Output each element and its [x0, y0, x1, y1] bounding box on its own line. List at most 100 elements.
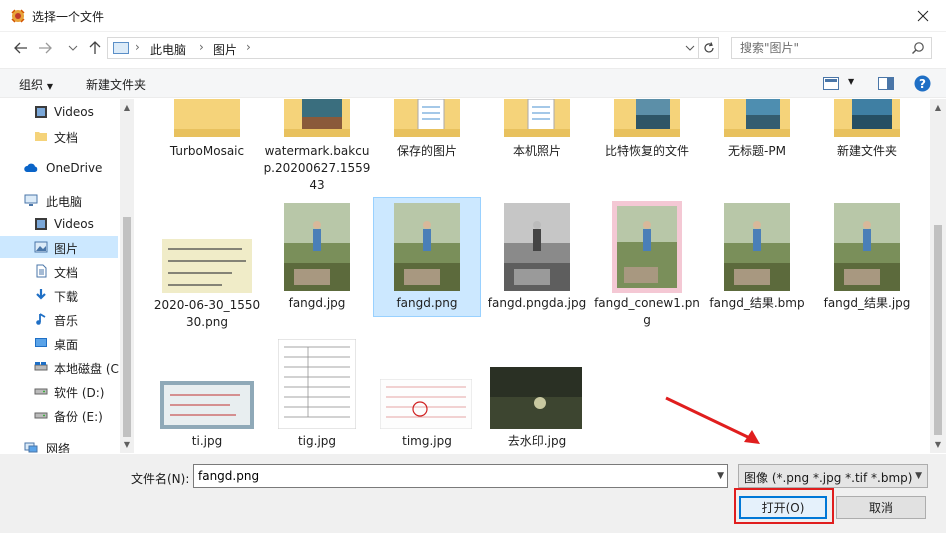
filename-input[interactable] [194, 465, 704, 487]
sidebar-item-pictures[interactable]: 图片 [0, 236, 118, 258]
list-item[interactable]: fangd_结果.bmp [702, 199, 812, 317]
refresh-button[interactable] [699, 37, 719, 59]
file-name: watermark.bakcup.20200627.155943 [263, 144, 371, 192]
chevron-right-icon: › [135, 40, 140, 54]
file-name: timg.jpg [402, 434, 452, 448]
sidebar-scroll-thumb[interactable] [123, 217, 131, 437]
up-button[interactable] [84, 38, 106, 58]
file-name: fangd.png [396, 296, 458, 310]
sidebar-item-label: 软件 (D:) [54, 386, 105, 400]
ticket-thumbnail [160, 381, 254, 429]
chevron-down-icon [685, 45, 694, 51]
sidebar-item-downloads[interactable]: 下载 [0, 284, 118, 306]
sidebar-item-desktop[interactable]: 桌面 [0, 332, 118, 354]
view-options-icon[interactable] [823, 77, 839, 90]
address-dropdown-button[interactable] [680, 37, 699, 59]
photo-thumbnail [284, 203, 350, 291]
list-item[interactable]: fangd.jpg [262, 199, 372, 317]
list-item[interactable]: 去水印.jpg [482, 339, 592, 449]
video-icon [35, 106, 47, 118]
list-item[interactable]: 本机照片 [482, 99, 592, 169]
file-name: fangd_conew1.png [594, 296, 700, 327]
sidebar-item-drive-e[interactable]: 备份 (E:) [0, 404, 118, 426]
highlight-box [734, 488, 834, 524]
arrow-left-icon [14, 42, 27, 54]
organize-label: 组织 [19, 78, 44, 92]
file-list-scrollbar[interactable]: ▲ ▼ [930, 99, 946, 453]
search-input[interactable] [732, 38, 907, 58]
sidebar-item-label: 下载 [54, 290, 79, 304]
forward-button[interactable] [34, 38, 56, 58]
sidebar-item-music[interactable]: 音乐 [0, 308, 118, 330]
list-item[interactable]: 2020-06-30_155030.png [152, 199, 262, 335]
filetype-value: 图像 (*.png *.jpg *.tif *.bmp) [744, 471, 913, 485]
breadcrumb-this-pc[interactable]: 此电脑 [150, 41, 186, 58]
folder-docs-icon [394, 99, 460, 137]
sidebar-item-label: 图片 [54, 242, 79, 256]
view-dropdown-icon[interactable]: ▼ [848, 77, 854, 86]
list-item[interactable]: TurboMosaic [152, 99, 262, 169]
form-thumbnail [278, 339, 356, 429]
computer-icon [24, 194, 38, 206]
sidebar-item-this-pc[interactable]: 此电脑 [0, 189, 118, 211]
sidebar-item-drive-d[interactable]: 软件 (D:) [0, 380, 118, 402]
file-name: TurboMosaic [169, 144, 245, 158]
list-item[interactable]: fangd.png [373, 197, 481, 317]
close-button[interactable] [900, 0, 946, 32]
annotation-arrow [665, 396, 760, 444]
sidebar-item-videos[interactable]: Videos [0, 101, 118, 123]
list-item[interactable]: tig.jpg [262, 339, 372, 449]
cancel-button[interactable]: 取消 [836, 496, 926, 519]
filetype-select[interactable]: 图像 (*.png *.jpg *.tif *.bmp) ▼ [738, 464, 928, 488]
chevron-right-icon: › [199, 40, 204, 54]
scroll-up-icon[interactable]: ▲ [931, 100, 945, 114]
list-item[interactable]: 保存的图片 [372, 99, 482, 169]
chevron-down-icon[interactable]: ▼ [717, 471, 724, 481]
sidebar-item-onedrive[interactable]: OneDrive [0, 157, 118, 179]
breadcrumb-pictures[interactable]: 图片 [213, 41, 237, 58]
arrow-right-icon [39, 42, 52, 54]
sidebar-item-network[interactable]: 网络 [0, 436, 118, 453]
close-icon [917, 10, 929, 22]
file-list-scroll-thumb[interactable] [934, 225, 942, 435]
list-item[interactable]: watermark.bakcup.20200627.155943 [262, 99, 372, 199]
folder-photo-icon [614, 99, 680, 137]
list-item[interactable]: fangd.pngda.jpg [482, 199, 592, 335]
new-folder-button[interactable]: 新建文件夹 [86, 76, 146, 93]
sidebar-item-documents[interactable]: 文档 [0, 125, 118, 147]
sidebar-item-label: Videos [54, 105, 94, 119]
folder-photo-icon [834, 99, 900, 137]
desktop-icon [35, 338, 47, 347]
recent-locations-button[interactable] [62, 38, 84, 58]
scroll-up-icon[interactable]: ▲ [120, 100, 134, 114]
filename-combobox[interactable]: ▼ [193, 464, 728, 488]
list-item[interactable]: timg.jpg [372, 339, 482, 449]
chevron-down-icon [68, 45, 78, 51]
list-item[interactable]: 无标题-PM [702, 99, 812, 169]
sidebar-scrollbar[interactable]: ▲ ▼ [120, 99, 134, 453]
search-field[interactable] [731, 37, 932, 59]
drive-icon [34, 412, 48, 419]
formula-thumbnail [162, 239, 252, 293]
list-item[interactable]: 比特恢复的文件 [592, 99, 702, 169]
sidebar-item-documents-pc[interactable]: 文档 [0, 260, 118, 282]
command-bar: 组织 ▼ 新建文件夹 ▼ ? [0, 68, 946, 98]
sidebar-item-label: Videos [54, 217, 94, 231]
sidebar-item-videos-pc[interactable]: Videos [0, 213, 118, 235]
organize-menu[interactable]: 组织 ▼ [19, 76, 53, 93]
app-icon [11, 9, 25, 23]
title-bar: 选择一个文件 [0, 0, 946, 32]
help-icon[interactable]: ? [914, 75, 931, 92]
list-item[interactable]: fangd_conew1.png [592, 199, 702, 335]
pictures-icon [113, 42, 129, 54]
list-item[interactable]: 新建文件夹 [812, 99, 922, 169]
list-item[interactable]: ti.jpg [152, 339, 262, 449]
folder-photo-icon [724, 99, 790, 137]
address-bar[interactable]: › 此电脑 › 图片 › [107, 37, 699, 59]
back-button[interactable] [10, 38, 32, 58]
scroll-down-icon[interactable]: ▼ [931, 437, 945, 451]
list-item[interactable]: fangd_结果.jpg [812, 199, 922, 317]
sidebar-item-drive-c[interactable]: 本地磁盘 (C [0, 356, 119, 378]
scroll-down-icon[interactable]: ▼ [120, 437, 134, 451]
preview-pane-icon[interactable] [878, 77, 894, 90]
